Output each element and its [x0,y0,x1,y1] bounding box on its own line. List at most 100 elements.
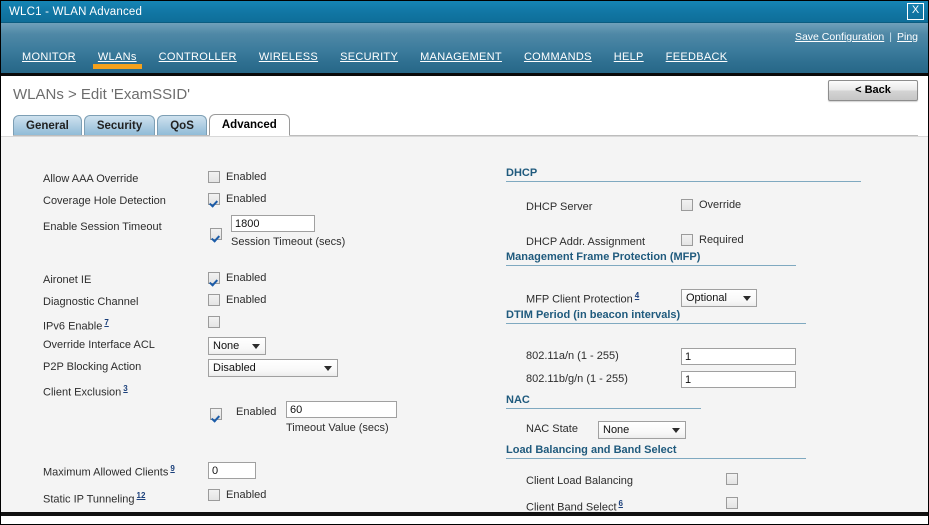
save-configuration-link[interactable]: Save Configuration [795,31,884,43]
select-mfp-client-protection[interactable]: Optional [681,289,757,307]
label-diagnostic-channel-enabled: Enabled [226,294,267,306]
footnote-ref-client-exclusion[interactable]: 3 [123,384,127,393]
footnote-ref-ipv6-enable[interactable]: 7 [104,318,108,327]
header-link-separator: | [889,31,892,43]
app-header: Save Configuration | Ping MONITOR WLANs CO… [1,23,928,76]
checkbox-allow-aaa-override[interactable] [208,171,220,183]
checkbox-client-load-balancing[interactable] [726,473,738,485]
nav-item-security[interactable]: SECURITY [329,51,409,63]
row-diagnostic-channel: Diagnostic Channel Enabled [43,294,266,315]
nav-item-commands[interactable]: COMMANDS [513,51,603,63]
section-title-load-balancing: Load Balancing and Band Select [506,444,677,456]
checkbox-dhcp-addr-assignment-required[interactable] [681,234,693,246]
label-client-band-select-text: Client Band Select [526,501,617,514]
checkbox-client-band-select[interactable] [726,497,738,509]
checkbox-coverage-hole-detection[interactable] [208,193,220,205]
row-aironet-ie: Aironet IE Enabled [43,272,266,293]
label-dtim-80211bgn: 802.11b/g/n (1 - 255) [526,373,628,385]
tab-general[interactable]: General [13,115,82,136]
label-allow-aaa-override-enabled: Enabled [226,171,267,183]
footnote-ref-client-band-select[interactable]: 6 [619,499,623,508]
ping-link[interactable]: Ping [897,31,918,43]
label-enable-session-timeout: Enable Session Timeout [43,221,162,233]
nav-item-wlans[interactable]: WLANs [87,51,148,69]
label-p2p-blocking-action: P2P Blocking Action [43,361,142,373]
hint-client-exclusion-timeout: Timeout Value (secs) [286,422,389,434]
section-title-nac: NAC [506,394,530,406]
input-client-exclusion-timeout[interactable] [286,401,397,418]
label-ipv6-enable: IPv6 Enable 7 [43,316,208,333]
label-dhcp-server-override: Override [699,199,742,211]
label-static-ip-tunneling: Static IP Tunneling 12 [43,489,208,506]
section-divider [506,181,861,182]
label-client-band-select: Client Band Select 6 [526,497,726,514]
main-navigation: MONITOR WLANs CONTROLLER WIRELESS SECURI… [1,51,928,73]
page-title: WLANs > Edit 'ExamSSID' [13,86,191,103]
input-session-timeout[interactable] [231,215,315,232]
section-title-dtim: DTIM Period (in beacon intervals) [506,309,681,321]
label-diagnostic-channel: Diagnostic Channel [43,296,139,308]
footnote-ref-static-ip-tunneling[interactable]: 12 [137,491,146,500]
label-coverage-hole-detection: Coverage Hole Detection [43,195,166,207]
select-p2p-blocking-action[interactable]: Disabled [208,359,338,377]
input-dtim-80211an[interactable] [681,348,796,365]
nav-item-wireless[interactable]: WIRELESS [248,51,329,63]
chevron-down-icon [252,344,260,349]
row-mfp-client-protection: MFP Client Protection 4 Optional [526,289,757,310]
label-mfp-client-protection: MFP Client Protection 4 [526,289,681,306]
row-p2p-blocking-action: P2P Blocking Action Disabled [43,359,338,380]
window-titlebar: WLC1 - WLAN Advanced X [1,1,928,23]
label-aironet-ie: Aironet IE [43,274,92,286]
select-mfp-client-protection-value: Optional [686,292,727,304]
input-maximum-allowed-clients[interactable] [208,462,256,479]
nav-item-management[interactable]: MANAGEMENT [409,51,513,63]
section-mfp: Management Frame Protection (MFP) [506,251,796,266]
wlc-advanced-window: WLC1 - WLAN Advanced X Save Configuratio… [0,0,929,525]
section-divider [506,323,806,324]
checkbox-ipv6-enable[interactable] [208,316,220,328]
nav-item-monitor[interactable]: MONITOR [11,51,87,63]
row-dtim-80211an: 802.11a/n (1 - 255) [526,348,796,369]
header-links: Save Configuration | Ping [793,31,920,43]
tab-bar: General Security QoS Advanced [1,114,928,136]
select-nac-state-value: None [603,424,630,436]
label-dhcp-server: DHCP Server [526,201,593,213]
label-client-exclusion-enabled: Enabled [236,406,277,418]
section-nac: NAC [506,394,701,409]
chevron-down-icon [672,428,680,433]
chevron-down-icon [743,296,751,301]
select-override-interface-acl-value: None [213,340,240,352]
checkbox-dhcp-server-override[interactable] [681,199,693,211]
window-title: WLC1 - WLAN Advanced [9,5,143,18]
page-header: WLANs > Edit 'ExamSSID' < Back [1,76,928,114]
label-client-load-balancing: Client Load Balancing [526,475,634,487]
tab-advanced[interactable]: Advanced [208,114,290,136]
footnote-ref-maximum-allowed-clients[interactable]: 9 [170,464,174,473]
label-static-ip-tunneling-enabled: Enabled [226,489,267,501]
checkbox-client-exclusion[interactable] [210,408,222,420]
select-override-interface-acl[interactable]: None [208,337,266,355]
chevron-down-icon [324,366,332,371]
footnote-ref-mfp-client-protection[interactable]: 4 [635,291,639,300]
section-title-dhcp: DHCP [506,167,538,179]
nav-item-feedback[interactable]: FEEDBACK [655,51,739,63]
nav-item-help[interactable]: HELP [603,51,655,63]
checkbox-enable-session-timeout[interactable] [210,228,222,240]
row-maximum-allowed-clients: Maximum Allowed Clients 9 [43,462,256,483]
checkbox-static-ip-tunneling[interactable] [208,489,220,501]
select-nac-state[interactable]: None [598,421,686,439]
input-dtim-80211bgn[interactable] [681,371,796,388]
row-override-interface-acl: Override Interface ACL None [43,337,266,358]
section-dhcp: DHCP [506,167,861,182]
label-client-exclusion: Client Exclusion 3 [43,382,128,399]
row-coverage-hole-detection: Coverage Hole Detection Enabled [43,193,266,214]
nav-item-controller[interactable]: CONTROLLER [148,51,248,63]
checkbox-aironet-ie[interactable] [208,272,220,284]
label-ipv6-enable-text: IPv6 Enable [43,320,103,333]
section-divider [506,265,796,266]
close-icon[interactable]: X [907,3,924,20]
tab-qos[interactable]: QoS [157,115,207,136]
back-button[interactable]: < Back [828,80,918,101]
tab-security[interactable]: Security [83,115,156,136]
checkbox-diagnostic-channel[interactable] [208,294,220,306]
